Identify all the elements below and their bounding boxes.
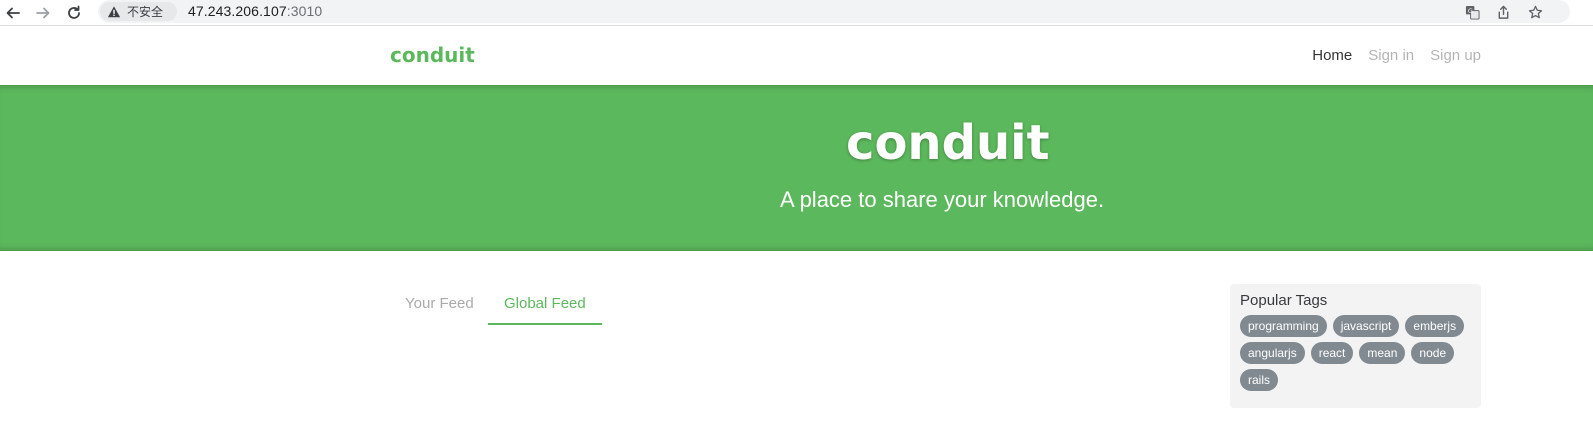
- security-indicator[interactable]: 不安全: [100, 2, 177, 21]
- svg-text:G: G: [1467, 6, 1472, 14]
- translate-icon[interactable]: G: [1463, 3, 1481, 21]
- url-port: :3010: [286, 3, 323, 19]
- banner-tagline: A place to share your knowledge.: [780, 187, 1105, 212]
- banner-title-text: conduit: [846, 115, 1050, 171]
- tab-global-feed[interactable]: Global Feed: [488, 283, 602, 325]
- share-icon[interactable]: [1494, 3, 1512, 21]
- sidebar-title: Popular Tags: [1240, 292, 1328, 309]
- feed-toggle: Your Feed Global Feed: [389, 283, 1209, 325]
- popular-tags-sidebar: Popular Tags programming javascript embe…: [1230, 284, 1481, 408]
- brand-logo-link[interactable]: conduit: [390, 43, 475, 67]
- security-label: 不安全: [127, 5, 164, 19]
- bookmark-star-icon[interactable]: [1526, 3, 1544, 21]
- tag-pill[interactable]: mean: [1359, 342, 1406, 364]
- tag-pill[interactable]: node: [1411, 342, 1455, 364]
- back-arrow-icon[interactable]: [3, 3, 23, 23]
- app-navbar: conduit Home Sign in Sign up: [0, 27, 1593, 84]
- tag-list: programming javascript emberjs angularjs…: [1240, 315, 1471, 391]
- tab-your-feed[interactable]: Your Feed: [389, 283, 490, 325]
- tag-pill[interactable]: programming: [1240, 315, 1327, 337]
- hero-banner: conduit A place to share your knowledge.: [0, 85, 1593, 251]
- url-text[interactable]: 47.243.206.107:3010: [188, 3, 322, 19]
- reload-icon[interactable]: [64, 3, 84, 23]
- nav-sign-up-link[interactable]: Sign up: [1430, 47, 1481, 64]
- nav-home-link[interactable]: Home: [1312, 47, 1352, 64]
- address-bar[interactable]: 不安全 47.243.206.107:3010: [98, 0, 1570, 23]
- banner-title: conduit: [0, 115, 1593, 171]
- tag-pill[interactable]: rails: [1240, 369, 1279, 391]
- browser-toolbar: 不安全 47.243.206.107:3010 G: [0, 0, 1593, 26]
- tag-pill[interactable]: angularjs: [1240, 342, 1305, 364]
- tag-pill[interactable]: react: [1310, 342, 1354, 364]
- tag-pill[interactable]: javascript: [1332, 315, 1400, 337]
- forward-arrow-icon[interactable]: [33, 3, 53, 23]
- url-host: 47.243.206.107: [188, 3, 287, 19]
- nav-links: Home Sign in Sign up: [1312, 47, 1481, 64]
- nav-sign-in-link[interactable]: Sign in: [1368, 47, 1414, 64]
- warning-icon: [107, 5, 121, 17]
- tag-pill[interactable]: emberjs: [1405, 315, 1465, 337]
